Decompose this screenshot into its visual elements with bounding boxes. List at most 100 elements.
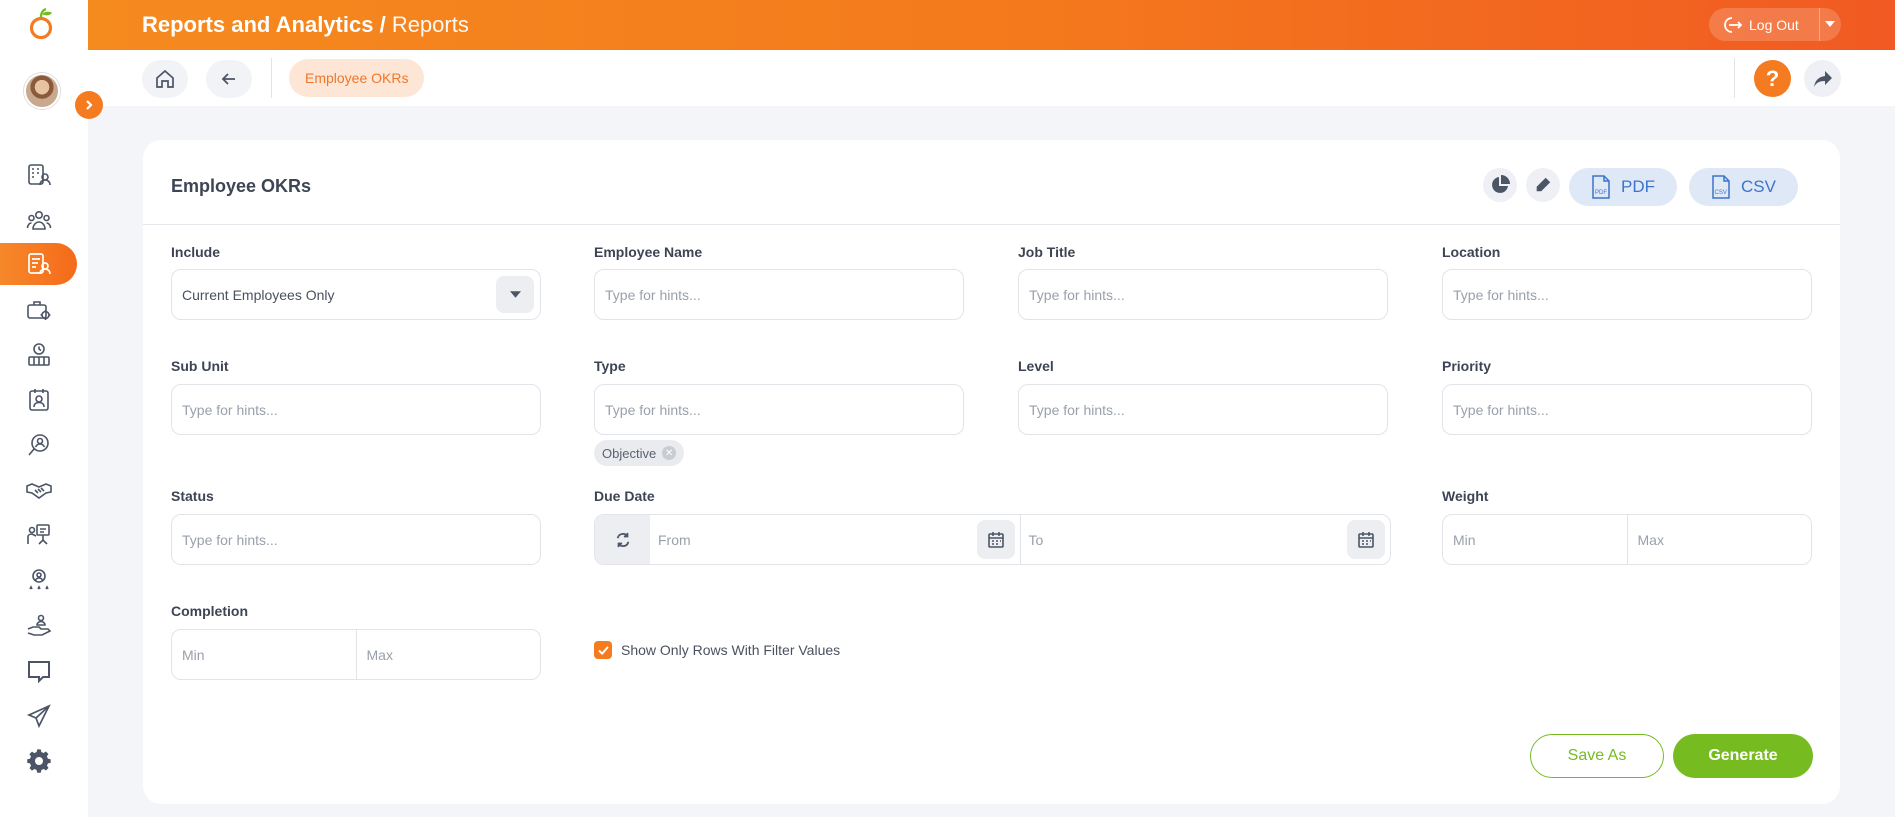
sidebar-item-messages[interactable] <box>0 650 77 692</box>
sidebar-item-onboarding[interactable] <box>0 469 77 511</box>
pie-chart-icon <box>1492 175 1510 193</box>
user-avatar[interactable] <box>24 73 60 109</box>
sidebar-expand-button[interactable] <box>75 91 103 119</box>
remove-chip-icon[interactable]: ✕ <box>662 446 677 460</box>
time-attendance-icon <box>27 343 50 366</box>
due-date-from-input[interactable]: From <box>650 515 1020 564</box>
employee-name-placeholder: Type for hints... <box>605 286 701 303</box>
type-label: Type <box>594 358 626 374</box>
sidebar <box>0 0 88 817</box>
message-icon <box>27 661 50 684</box>
top-bar: Reports and Analytics / Reports Log Out <box>88 0 1895 50</box>
logout-button[interactable]: Log Out <box>1709 16 1819 34</box>
type-chip-objective: Objective ✕ <box>594 440 685 466</box>
report-filter-card: Employee OKRs PDF PDF CSV CSV Include Cu… <box>143 140 1840 804</box>
location-label: Location <box>1442 244 1501 260</box>
save-as-button[interactable]: Save As <box>1530 734 1664 778</box>
sidebar-item-reports[interactable] <box>0 243 77 285</box>
performance-rating-icon <box>28 569 49 590</box>
card-title: Employee OKRs <box>171 176 312 196</box>
back-button[interactable] <box>206 60 252 98</box>
chip-label: Objective <box>602 445 657 461</box>
caret-down-icon <box>1825 21 1836 27</box>
breadcrumb-divider <box>271 58 272 98</box>
question-icon: ? <box>1765 65 1780 91</box>
calendar-icon <box>1358 531 1374 548</box>
generate-button[interactable]: Generate <box>1673 734 1813 778</box>
show-only-rows-label: Show Only Rows With Filter Values <box>621 642 841 658</box>
priority-placeholder: Type for hints... <box>1453 401 1549 418</box>
job-title-input[interactable]: Type for hints... <box>1018 269 1388 320</box>
employee-directory-icon <box>27 164 51 186</box>
weight-max-input[interactable]: Max <box>1626 515 1812 564</box>
share-button[interactable] <box>1804 60 1841 97</box>
completion-min-input[interactable]: Min <box>172 630 356 679</box>
sidebar-item-travel[interactable] <box>0 695 77 737</box>
training-presentation-icon <box>26 524 50 545</box>
type-input[interactable]: Type for hints... <box>594 384 964 435</box>
priority-label: Priority <box>1442 358 1492 374</box>
page-title: Reports and Analytics / Reports <box>142 12 469 38</box>
chart-view-button[interactable] <box>1483 168 1517 202</box>
sidebar-item-recruitment[interactable] <box>0 424 77 466</box>
home-button[interactable] <box>142 60 188 98</box>
sub-unit-input[interactable]: Type for hints... <box>171 384 541 435</box>
breadcrumb: Employee OKRs ? <box>88 50 1895 106</box>
logout-menu-toggle[interactable] <box>1820 19 1841 30</box>
show-only-rows-checkbox[interactable] <box>594 641 612 659</box>
toolbar-divider <box>1734 58 1735 98</box>
travel-plane-icon <box>26 704 51 729</box>
people-icon <box>26 211 51 230</box>
module-title: Reports and Analytics <box>142 12 374 37</box>
sidebar-item-performance[interactable] <box>0 560 77 602</box>
due-date-to-calendar-button[interactable] <box>1347 520 1385 559</box>
status-input[interactable]: Type for hints... <box>171 514 541 565</box>
completion-label: Completion <box>171 603 248 619</box>
weight-label: Weight <box>1442 488 1489 504</box>
title-separator: / <box>373 12 392 37</box>
employee-name-input[interactable]: Type for hints... <box>594 269 964 320</box>
weight-range: Min Max <box>1442 514 1812 565</box>
completion-max-input[interactable]: Max <box>355 630 541 679</box>
svg-text:PDF: PDF <box>1595 190 1607 196</box>
export-csv-button[interactable]: CSV CSV <box>1689 168 1798 206</box>
sidebar-item-my-info[interactable] <box>0 379 77 421</box>
level-input[interactable]: Type for hints... <box>1018 384 1388 435</box>
date-swap-button[interactable] <box>595 515 650 564</box>
breadcrumb-current[interactable]: Employee OKRs <box>289 59 425 97</box>
sub-unit-placeholder: Type for hints... <box>182 401 278 418</box>
handshake-icon <box>25 483 52 499</box>
sub-unit-label: Sub Unit <box>171 358 229 374</box>
due-date-from-placeholder: From <box>658 531 691 548</box>
sidebar-item-benefits[interactable] <box>0 605 77 647</box>
swap-arrows-icon <box>616 532 629 547</box>
edit-report-button[interactable] <box>1526 168 1560 202</box>
sidebar-item-training[interactable] <box>0 514 77 556</box>
status-placeholder: Type for hints... <box>182 531 278 548</box>
app-logo[interactable] <box>26 7 56 40</box>
recruitment-search-icon <box>27 434 49 456</box>
reports-icon <box>27 253 51 275</box>
sidebar-item-admin[interactable] <box>0 289 77 331</box>
logout-control: Log Out <box>1709 8 1841 41</box>
due-date-from-calendar-button[interactable] <box>976 520 1015 559</box>
location-input[interactable]: Type for hints... <box>1442 269 1812 320</box>
sidebar-item-directory[interactable] <box>0 154 77 196</box>
sidebar-item-people[interactable] <box>0 199 77 241</box>
status-label: Status <box>171 488 214 504</box>
show-only-rows-option: Show Only Rows With Filter Values <box>594 641 840 659</box>
help-button[interactable]: ? <box>1754 60 1791 97</box>
include-dropdown-toggle[interactable] <box>496 276 534 313</box>
share-arrow-icon <box>1813 70 1832 87</box>
export-pdf-button[interactable]: PDF PDF <box>1569 168 1677 206</box>
include-select[interactable]: Current Employees Only <box>171 269 541 320</box>
location-placeholder: Type for hints... <box>1453 286 1549 303</box>
priority-input[interactable]: Type for hints... <box>1442 384 1812 435</box>
due-date-to-placeholder: To <box>1028 531 1044 548</box>
pencil-icon <box>1536 177 1551 192</box>
due-date-to-input[interactable]: To <box>1019 515 1391 564</box>
sidebar-item-time[interactable] <box>0 334 77 376</box>
sidebar-item-settings[interactable] <box>0 740 77 782</box>
export-csv-label: CSV <box>1741 177 1776 196</box>
weight-min-input[interactable]: Min <box>1443 515 1627 564</box>
